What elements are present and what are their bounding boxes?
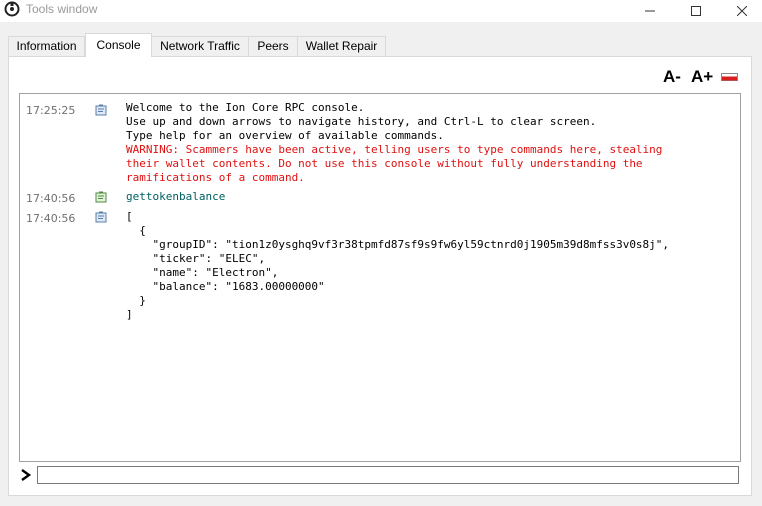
close-button[interactable] [719, 0, 762, 22]
tab-peers[interactable]: Peers [248, 36, 298, 56]
message-line: ] [126, 308, 133, 321]
entry-message: [ { "groupID": "tion1z0ysghq9vf3r38tpmfd… [126, 210, 669, 322]
entry-timestamp: 17:40:56 [26, 212, 76, 225]
warning-line: their wallet contents. Do not use this c… [126, 157, 643, 170]
font-increase-button[interactable]: A+ [691, 67, 713, 87]
reply-icon [95, 104, 107, 116]
entry-message: Welcome to the Ion Core RPC console. Use… [126, 101, 662, 185]
tab-information[interactable]: Information [8, 36, 85, 56]
message-line: } [126, 294, 146, 307]
command-icon [95, 191, 107, 203]
message-line: "groupID": "tion1z0ysghq9vf3r38tpmfd87sf… [126, 238, 670, 251]
entry-timestamp: 17:25:25 [26, 104, 76, 117]
warning-line: WARNING: Scammers have been active, tell… [126, 143, 663, 156]
message-line: Type help for an overview of available c… [126, 129, 444, 142]
prompt-chevron-icon [21, 469, 32, 481]
clear-console-icon[interactable] [721, 73, 738, 81]
message-line: [ [126, 210, 133, 223]
message-line: { [126, 224, 146, 237]
message-line: "name": "Electron", [126, 266, 279, 279]
warning-line: ramifications of a command. [126, 171, 305, 184]
tab-wallet-repair[interactable]: Wallet Repair [297, 36, 386, 56]
message-line: "balance": "1683.00000000" [126, 280, 325, 293]
tab-network-traffic[interactable]: Network Traffic [151, 36, 249, 56]
command-input[interactable] [37, 466, 739, 484]
ion-logo-icon [4, 1, 20, 17]
message-line: Use up and down arrows to navigate histo… [126, 115, 597, 128]
tab-console[interactable]: Console [85, 33, 152, 57]
entry-timestamp: 17:40:56 [26, 192, 76, 205]
close-icon [737, 6, 747, 16]
reply-icon [95, 211, 107, 223]
minimize-button[interactable] [627, 0, 673, 22]
console-output[interactable]: 17:25:25 Welcome to the Ion Core RPC con… [19, 93, 741, 462]
font-decrease-button[interactable]: A- [663, 67, 681, 87]
maximize-icon [691, 6, 701, 16]
minimize-icon [645, 10, 655, 12]
message-line: "ticker": "ELEC", [126, 252, 266, 265]
window-title: Tools window [26, 2, 98, 16]
title-bar: Tools window [0, 0, 762, 22]
console-pane: A- A+ 17:25:25 Welcome to the Ion Core R… [8, 56, 752, 496]
maximize-button[interactable] [673, 0, 719, 22]
message-line: Welcome to the Ion Core RPC console. [126, 101, 365, 114]
entry-command: gettokenbalance [126, 190, 226, 203]
